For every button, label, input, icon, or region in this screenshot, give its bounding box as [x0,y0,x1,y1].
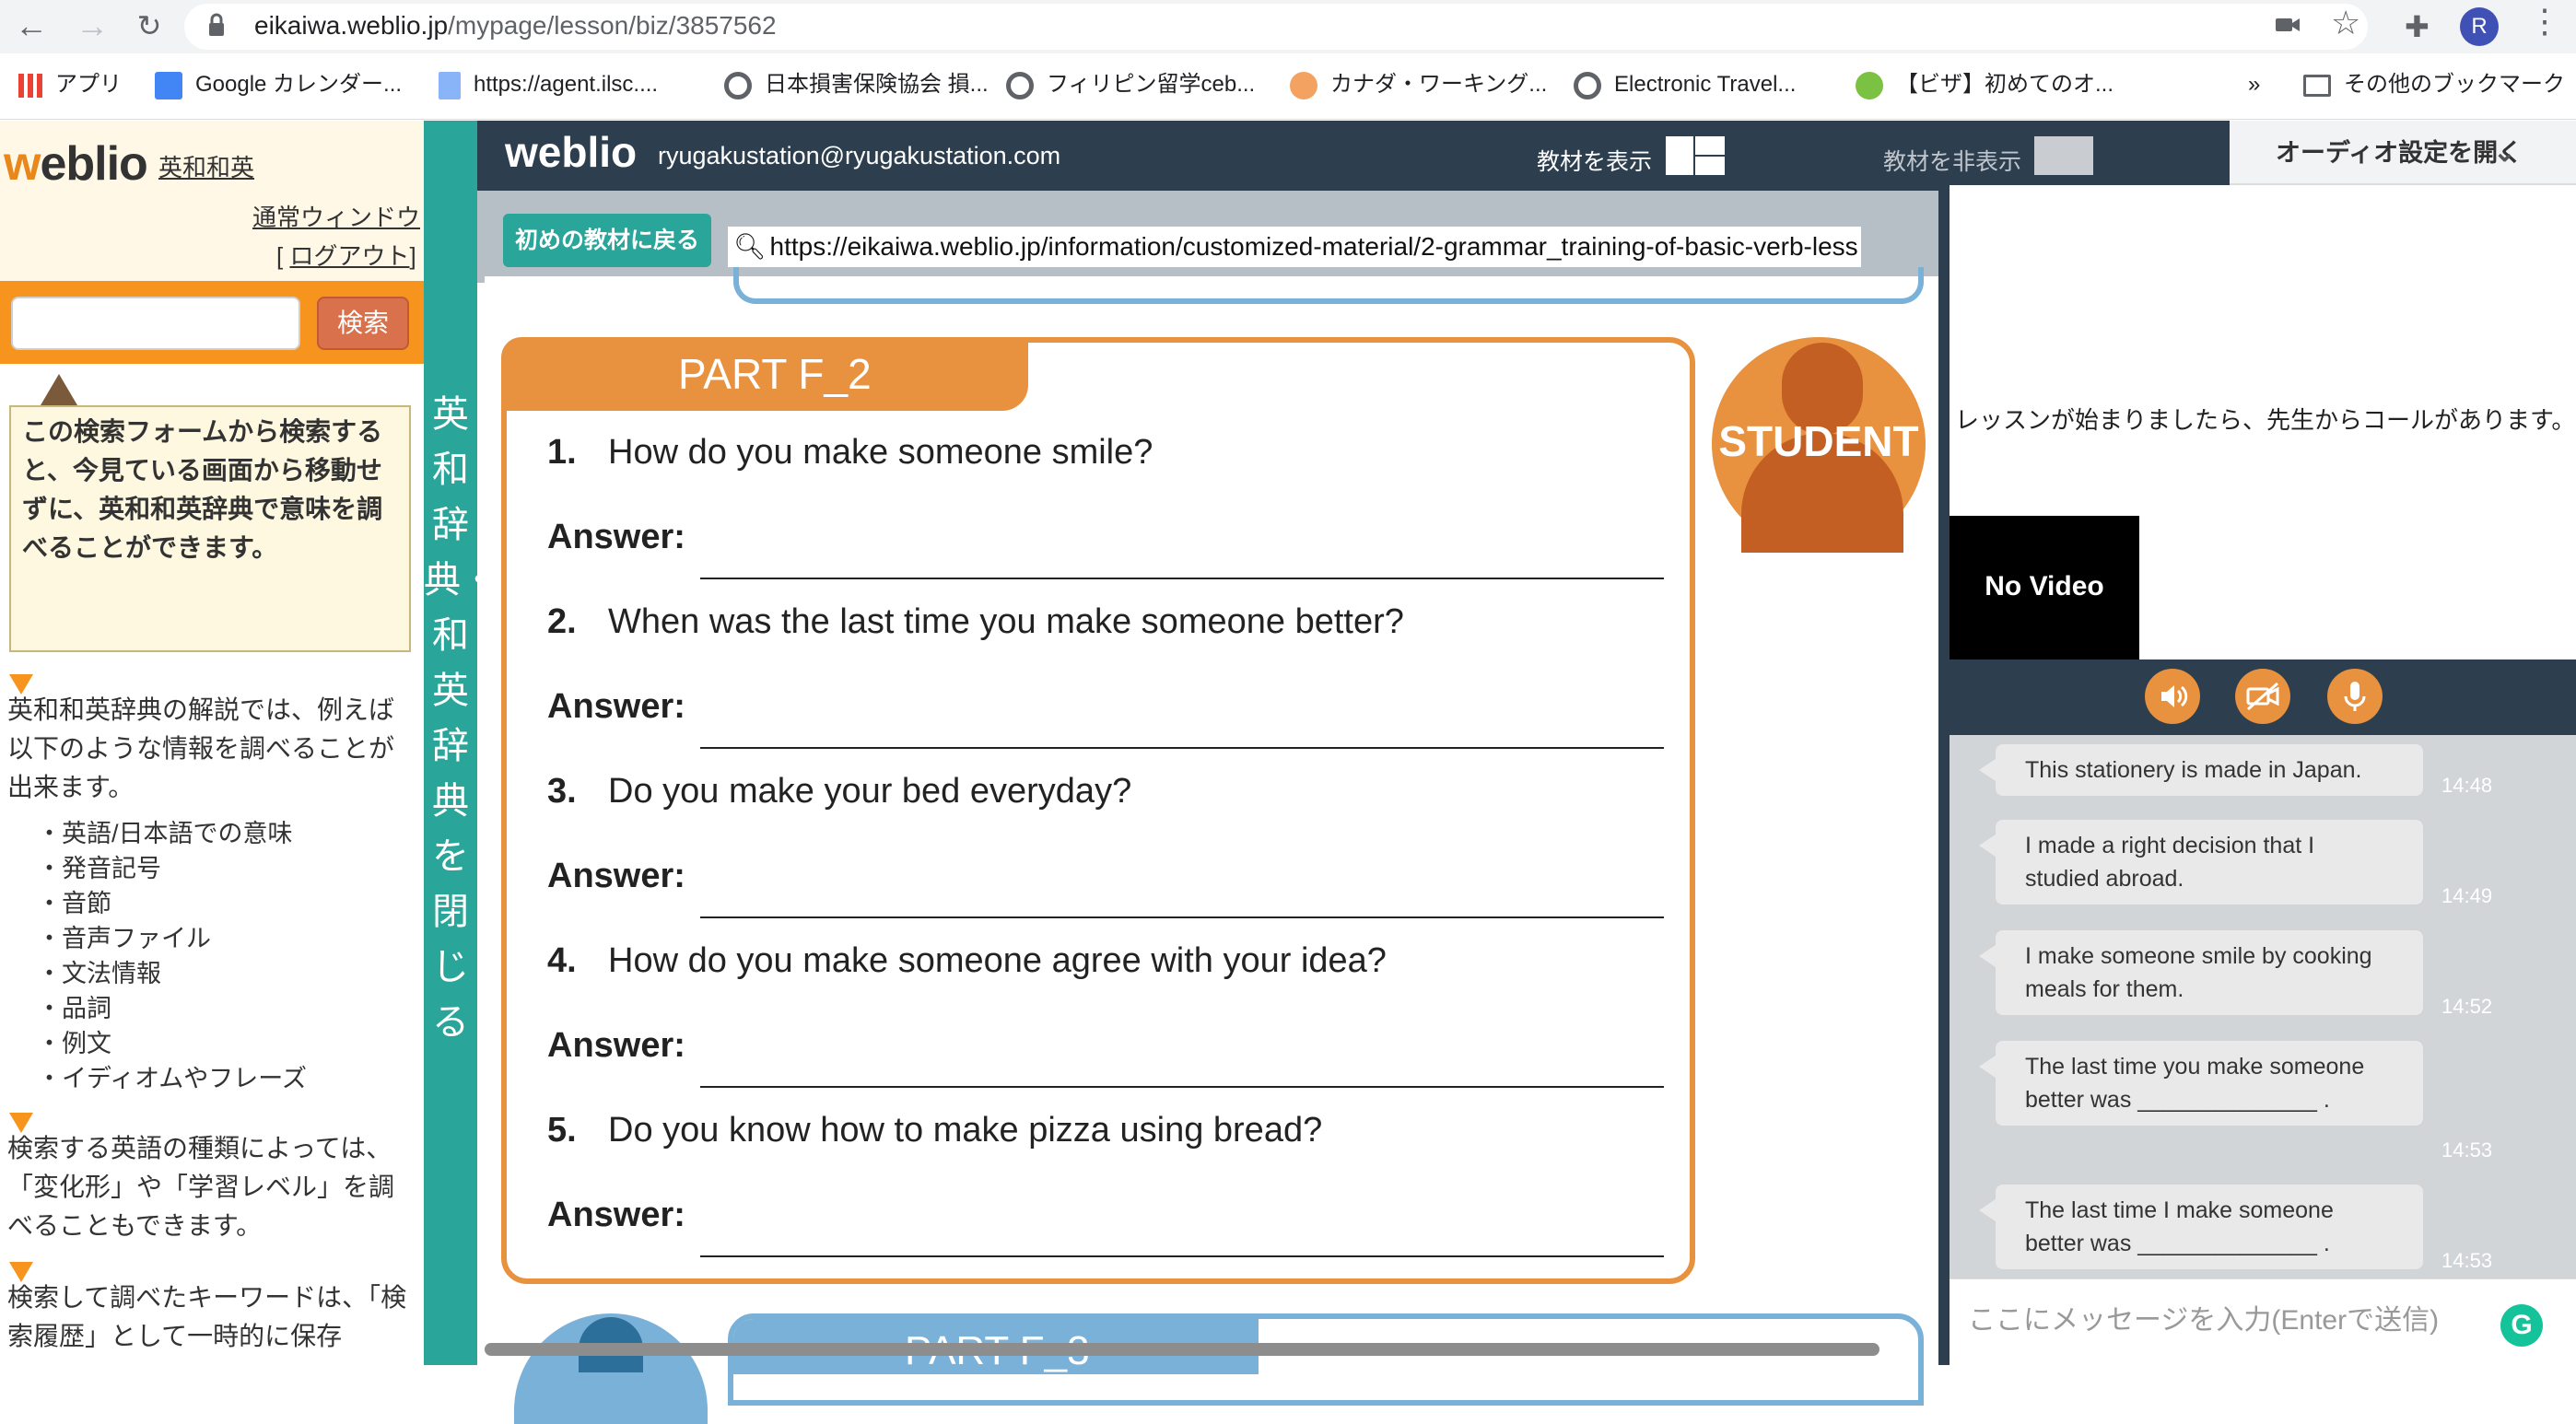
chat-timestamp: 14:53 [2441,1138,2493,1161]
grammarly-icon[interactable]: G [2500,1304,2543,1347]
answer-line [700,1255,1664,1257]
extensions-icon[interactable]: ✚ [2405,9,2430,44]
list-item: ・例文 [37,1030,111,1057]
video-preview: No Video [1950,516,2139,663]
list-item: ・音節 [37,890,111,917]
chat-message: The last time you make someone better wa… [1979,1041,2423,1126]
logout-link-wrapper: [ ログアウト] [276,242,416,270]
hand-icon [1290,71,1317,99]
material-url-field[interactable]: 🔍︎ https://eikaiwa.weblio.jp/information/… [728,227,1861,267]
bookmark-visa[interactable]: 【ビザ】初めてのオ... [1856,66,2113,103]
answer-label: Answer: [547,1196,685,1234]
part-title: PART F_2 [501,337,1028,411]
panel-divider [1938,191,1950,1365]
feature-list: ・英語/日本語での意味 ・発音記号 ・音節 ・音声ファイル ・文法情報 ・品詞 … [37,816,307,1096]
search-icon: 🔍︎ [733,232,767,261]
answer-label: Answer: [547,1026,685,1065]
folder-icon [2303,74,2331,97]
list-item: ・音声ファイル [37,925,211,952]
list-item: ・英語/日本語での意味 [37,820,293,847]
chat-input-placeholder[interactable]: ここにメッセージを入力(Enterで送信) [1968,1297,2439,1337]
answer-line [700,578,1664,579]
list-item: ・発音記号 [37,855,161,882]
answer-line [700,916,1664,918]
clover-icon [1856,71,1883,99]
answer-label: Answer: [547,518,685,556]
list-item: ・文法情報 [37,960,161,987]
chat-message: I make someone smile by cooking meals fo… [1979,930,2423,1015]
tip-pointer [41,374,77,405]
bookmarks-overflow[interactable]: » [2248,66,2260,103]
bookmark-insurance[interactable]: 日本損害保険協会 損... [724,66,989,103]
lock-icon [208,13,225,36]
answer-line [700,747,1664,749]
bookmark-philippines[interactable]: フィリピン留学ceb... [1006,66,1255,103]
star-icon[interactable]: ☆ [2331,4,2360,42]
chevron-down-icon: ⌄ [2493,137,2517,168]
logout-link[interactable]: ログアウト [289,242,409,270]
app-logo: weblio [505,128,638,176]
globe-icon [724,71,752,99]
normal-window-link[interactable]: 通常ウィンドウ [252,199,420,233]
close-dictionary-label[interactable]: 英和辞典・和英辞典を閉じる [424,387,498,1050]
search-tip: この検索フォームから検索すると、今見ている画面から移動せずに、英和和英辞典で意味… [9,405,411,652]
chat-message: I made a right decision that I studied a… [1979,820,2423,905]
forward-arrow-icon[interactable]: → [72,6,112,46]
lesson-status-message: レッスンが始まりましたら、先生からコールがあります。 [1955,406,2576,434]
question: 1. How do you make someone smile? [547,433,1153,472]
globe-icon [1574,71,1601,99]
reload-icon[interactable]: ↻ [129,6,170,46]
bookmark-electronic-travel[interactable]: Electronic Travel... [1574,66,1796,103]
question: 4. How do you make someone agree with you… [547,941,1387,980]
chat-timestamp: 14:52 [2441,995,2493,1018]
previous-section-frame [733,267,1924,304]
bookmark-agent-ilsc[interactable]: https://agent.ilsc.... [439,66,658,103]
answer-label: Answer: [547,687,685,726]
other-bookmarks[interactable]: その他のブックマーク [2303,66,2565,103]
hide-material-toggle[interactable] [2032,134,2095,177]
back-to-first-material-button[interactable]: 初めの教材に戻る [503,214,711,267]
camera-icon[interactable] [2274,11,2301,39]
chat-timestamp: 14:49 [2441,884,2493,907]
answer-line [700,1086,1664,1088]
bookmark-google-calendar[interactable]: Google カレンダー... [155,66,402,103]
url-text[interactable]: eikaiwa.weblio.jp/mypage/lesson/biz/3857… [254,7,777,44]
question: 2. When was the last time you make someon… [547,602,1404,641]
dictionary-link[interactable]: 英和和英 [158,149,254,183]
list-item: ・イディオムやフレーズ [37,1065,307,1092]
calendar-icon [155,71,182,99]
show-material-label: 教材を表示 [1537,149,1653,175]
chat-message: This stationery is made in Japan. [1979,744,2423,796]
audio-settings-button[interactable]: オーディオ設定を開く ⌄ [2230,121,2576,185]
role-label: STUDENT [1718,417,1919,465]
back-arrow-icon[interactable]: ← [11,6,52,46]
search-button[interactable]: 検索 [317,297,409,350]
microphone-icon[interactable] [2327,669,2383,724]
question: 3. Do you make your bed everyday? [547,772,1132,811]
show-material-toggle[interactable] [1664,134,1727,177]
chat-message: The last time I make someone better was … [1979,1185,2423,1269]
document-icon [439,71,461,99]
sidebar-paragraph: 英和和英辞典の解説では、例えば以下のような情報を調べることが出来ます。 [7,695,395,801]
answer-label: Answer: [547,857,685,895]
sidebar-paragraph: 検索して調べたキーワードは、「検索履歴」として一時的に保存 [7,1283,407,1350]
chat-timestamp: 14:53 [2441,1249,2493,1272]
menu-kebab-icon[interactable]: ⋮ [2528,2,2561,41]
camera-off-icon[interactable] [2235,669,2290,724]
globe-icon [1006,71,1034,99]
question: 5. Do you know how to make pizza using br… [547,1111,1323,1150]
dictionary-search-input[interactable] [11,297,300,350]
profile-avatar[interactable]: R [2460,7,2499,46]
user-email: ryugakustation@ryugakustation.com [658,142,1061,169]
horizontal-scrollbar[interactable] [485,1343,1879,1356]
apps-grid-icon [18,73,42,98]
hide-material-label: 教材を非表示 [1883,149,2022,175]
list-item: ・品詞 [37,995,111,1022]
sidebar-paragraph: 検索する英語の種類によっては、「変化形」や「学習レベル」を調べることもできます。 [7,1134,395,1240]
chat-timestamp: 14:48 [2441,774,2493,797]
bookmark-apps[interactable]: アプリ [18,66,122,103]
weblio-logo[interactable]: weblio [4,136,148,192]
bookmark-canada[interactable]: カナダ・ワーキング... [1290,66,1547,103]
speaker-icon[interactable] [2145,669,2200,724]
